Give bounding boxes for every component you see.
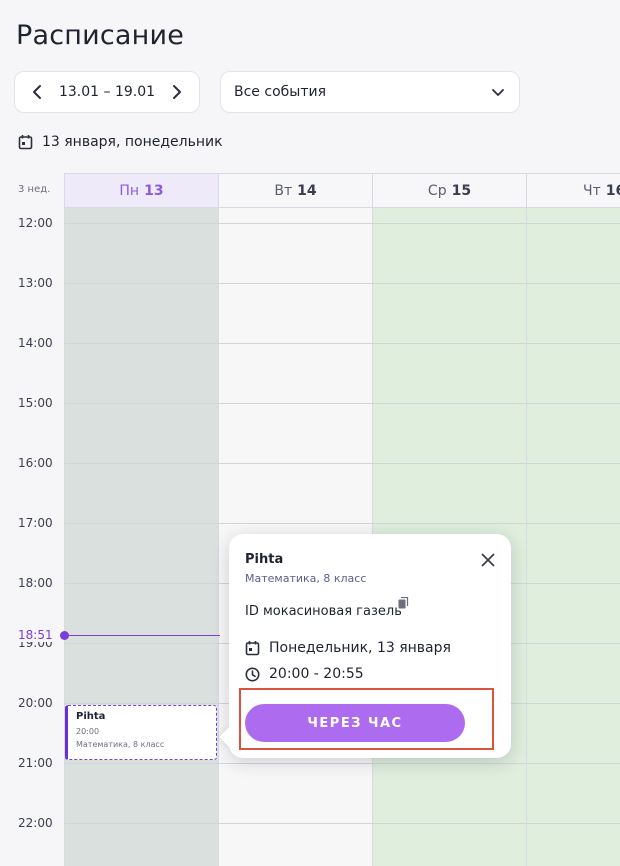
events-filter-select[interactable]: Все события bbox=[220, 71, 520, 113]
week-number: 3 нед. bbox=[18, 184, 51, 195]
next-week-button[interactable] bbox=[167, 82, 187, 102]
popover-title: Pihta bbox=[245, 552, 284, 567]
current-date: 13 января, понедельник bbox=[18, 134, 223, 150]
prev-week-button[interactable] bbox=[27, 82, 47, 102]
event-popover: Pihta Математика, 8 класс ID мокасиновая… bbox=[219, 534, 511, 758]
day-header-tue[interactable]: Вт 14 bbox=[218, 173, 372, 208]
day-number: 13 bbox=[144, 182, 164, 199]
day-header-mon[interactable]: Пн 13 bbox=[64, 173, 218, 208]
close-icon bbox=[481, 553, 495, 567]
hour-label: 16:00 bbox=[18, 456, 53, 470]
day-column-mon[interactable] bbox=[64, 208, 218, 866]
hour-label: 13:00 bbox=[18, 276, 53, 290]
filter-value: Все события bbox=[234, 84, 326, 100]
clock-icon bbox=[245, 667, 260, 681]
popover-date: Понедельник, 13 января bbox=[269, 640, 451, 656]
current-date-label: 13 января, понедельник bbox=[42, 134, 223, 150]
hour-line bbox=[64, 463, 620, 464]
day-abbr: Ср bbox=[427, 182, 447, 199]
join-lesson-button[interactable]: ЧЕРЕЗ ЧАС bbox=[245, 704, 465, 742]
hour-line bbox=[64, 523, 620, 524]
hour-line bbox=[64, 823, 620, 824]
current-time-dot bbox=[60, 631, 69, 640]
popover-time-row: 20:00 - 20:55 bbox=[245, 666, 364, 682]
copy-icon bbox=[398, 596, 409, 609]
popover-date-row: Понедельник, 13 января bbox=[245, 640, 451, 656]
hour-label: 18:00 bbox=[18, 576, 53, 590]
page-title: Расписание bbox=[16, 20, 185, 51]
day-number: 16 bbox=[605, 182, 620, 199]
calendar-icon bbox=[245, 641, 260, 656]
chevron-left-icon bbox=[33, 85, 41, 99]
hour-line bbox=[64, 283, 620, 284]
event-card[interactable]: Pihta 20:00 Математика, 8 класс bbox=[65, 705, 217, 760]
day-abbr: Вт bbox=[274, 182, 293, 199]
day-column-thu[interactable] bbox=[526, 208, 620, 866]
current-time-line bbox=[64, 635, 220, 636]
close-button[interactable] bbox=[478, 550, 498, 570]
event-subject: Математика, 8 класс bbox=[76, 740, 165, 749]
day-number: 15 bbox=[451, 182, 472, 199]
chevron-down-icon bbox=[492, 88, 504, 96]
hour-line bbox=[64, 343, 620, 344]
popover-subject: Математика, 8 класс bbox=[245, 572, 367, 585]
chevron-right-icon bbox=[173, 85, 181, 99]
current-time-label: 18:51 bbox=[18, 628, 56, 642]
popover-id: ID мокасиновая газель bbox=[245, 604, 402, 619]
hour-label: 12:00 bbox=[18, 216, 53, 230]
day-abbr: Пн bbox=[119, 182, 140, 199]
day-abbr: Чт bbox=[583, 182, 601, 199]
schedule-grid: 3 нед. Пн13 Вт14 Ср15 Чт16 12:00 13:00 1… bbox=[0, 173, 620, 866]
week-range: 13.01 – 19.01 bbox=[58, 84, 156, 100]
hour-line bbox=[64, 403, 620, 404]
hour-line bbox=[64, 223, 620, 224]
hour-label: 22:00 bbox=[18, 816, 53, 830]
copy-id-button[interactable] bbox=[398, 595, 409, 614]
hour-label: 20:00 bbox=[18, 696, 53, 710]
event-time: 20:00 bbox=[76, 727, 100, 736]
popover-time: 20:00 - 20:55 bbox=[269, 666, 364, 682]
day-header-wed[interactable]: Ср 15 bbox=[372, 173, 526, 208]
hour-label: 21:00 bbox=[18, 756, 53, 770]
hour-label: 17:00 bbox=[18, 516, 53, 530]
day-number: 14 bbox=[297, 182, 317, 199]
hour-label: 15:00 bbox=[18, 396, 53, 410]
event-title: Pihta bbox=[76, 711, 106, 722]
week-navigator: 13.01 – 19.01 bbox=[14, 71, 200, 113]
day-header-thu[interactable]: Чт16 bbox=[526, 173, 620, 208]
calendar-icon bbox=[18, 135, 33, 150]
hour-label: 14:00 bbox=[18, 336, 53, 350]
hour-line bbox=[64, 763, 620, 764]
